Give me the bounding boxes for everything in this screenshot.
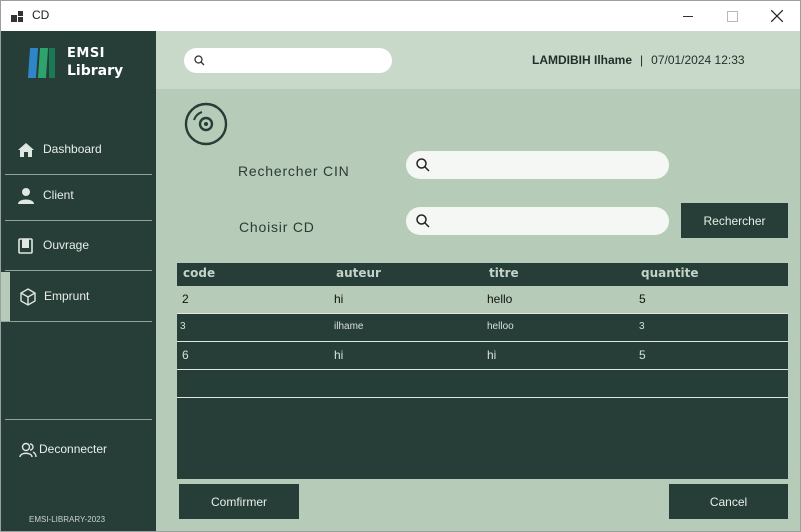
search-icon — [416, 158, 430, 172]
table-cell: 2 — [182, 292, 189, 306]
table-cell: hi — [487, 348, 497, 362]
table-row[interactable]: 2 hi hello 5 — [177, 286, 788, 313]
table-row[interactable]: 6 hi hi 5 — [177, 341, 788, 368]
user-name: LAMDIBIH Ilhame — [532, 53, 633, 67]
header-search-input[interactable] — [184, 48, 392, 73]
table-cell: ilhame — [334, 321, 364, 332]
table-row-empty[interactable] — [177, 369, 788, 396]
table-cell: 5 — [639, 348, 646, 362]
table-cell: 3 — [180, 321, 186, 332]
table-cell: 3 — [639, 321, 645, 332]
table-cell: helloo — [487, 321, 514, 332]
sidebar-item-label: Dashboard — [43, 142, 102, 156]
row-divider — [177, 397, 788, 398]
box-icon — [20, 288, 36, 306]
cin-search-input[interactable] — [406, 151, 669, 179]
sidebar-item-label: Ouvrage — [43, 238, 90, 252]
results-table: code auteur titre quantite 2 hi hello 5 … — [177, 263, 788, 479]
user-info: LAMDIBIH Ilhame | 07/01/2024 12:33 — [532, 53, 745, 67]
sidebar-item-client[interactable]: Client — [5, 171, 152, 221]
header: LAMDIBIH Ilhame | 07/01/2024 12:33 — [156, 31, 800, 89]
column-header: titre — [489, 266, 519, 280]
table-cell: hi — [334, 348, 344, 362]
header-separator: | — [640, 53, 644, 67]
sidebar-item-label: Emprunt — [44, 289, 90, 303]
home-icon — [18, 143, 34, 157]
maximize-button[interactable] — [709, 1, 755, 31]
app-window: CD EMSI Library Dashboard Client Ouvrage… — [0, 0, 801, 532]
column-header: code — [183, 266, 216, 280]
close-icon — [771, 10, 783, 22]
logout-label: Deconnecter — [39, 442, 108, 456]
app-icon — [11, 11, 23, 22]
logo: EMSI Library — [27, 46, 129, 82]
cin-label: Rechercher CIN — [238, 163, 350, 179]
column-header: quantite — [641, 266, 699, 280]
logo-text-emsi: EMSI — [67, 46, 106, 61]
column-header: auteur — [336, 266, 381, 280]
sidebar-item-label: Client — [43, 188, 74, 202]
user-icon — [18, 188, 34, 204]
footer-text: EMSI-LIBRARY-2023 — [29, 515, 106, 524]
table-header: code auteur titre quantite — [177, 263, 788, 285]
close-button[interactable] — [754, 1, 800, 31]
title-bar: CD — [1, 1, 800, 31]
table-cell: 6 — [182, 348, 189, 362]
confirm-button[interactable]: Comfirmer — [179, 484, 299, 519]
logo-text-library: Library — [67, 63, 124, 79]
sidebar: EMSI Library Dashboard Client Ouvrage Em… — [1, 31, 156, 531]
active-indicator — [1, 272, 10, 321]
logout-button[interactable]: Deconnecter — [5, 425, 152, 475]
sidebar-divider — [5, 419, 152, 420]
search-icon — [194, 55, 205, 66]
cd-search-input[interactable] — [406, 207, 669, 235]
window-title: CD — [32, 8, 50, 22]
cancel-button[interactable]: Cancel — [669, 484, 788, 519]
cd-icon — [184, 102, 228, 146]
table-row[interactable]: 3 ilhame helloo 3 — [177, 313, 788, 340]
cd-label: Choisir CD — [239, 219, 315, 235]
minimize-button[interactable] — [665, 1, 711, 31]
datetime: 07/01/2024 12:33 — [651, 53, 745, 67]
sidebar-item-ouvrage[interactable]: Ouvrage — [5, 221, 152, 271]
sidebar-item-dashboard[interactable]: Dashboard — [5, 125, 152, 175]
search-button[interactable]: Rechercher — [681, 203, 788, 238]
sidebar-item-emprunt[interactable]: Emprunt — [1, 272, 152, 322]
table-cell: hello — [487, 292, 513, 306]
table-cell: hi — [334, 292, 344, 306]
table-cell: 5 — [639, 292, 646, 306]
book-icon — [18, 238, 33, 254]
search-icon — [416, 214, 430, 228]
users-icon — [19, 442, 37, 458]
